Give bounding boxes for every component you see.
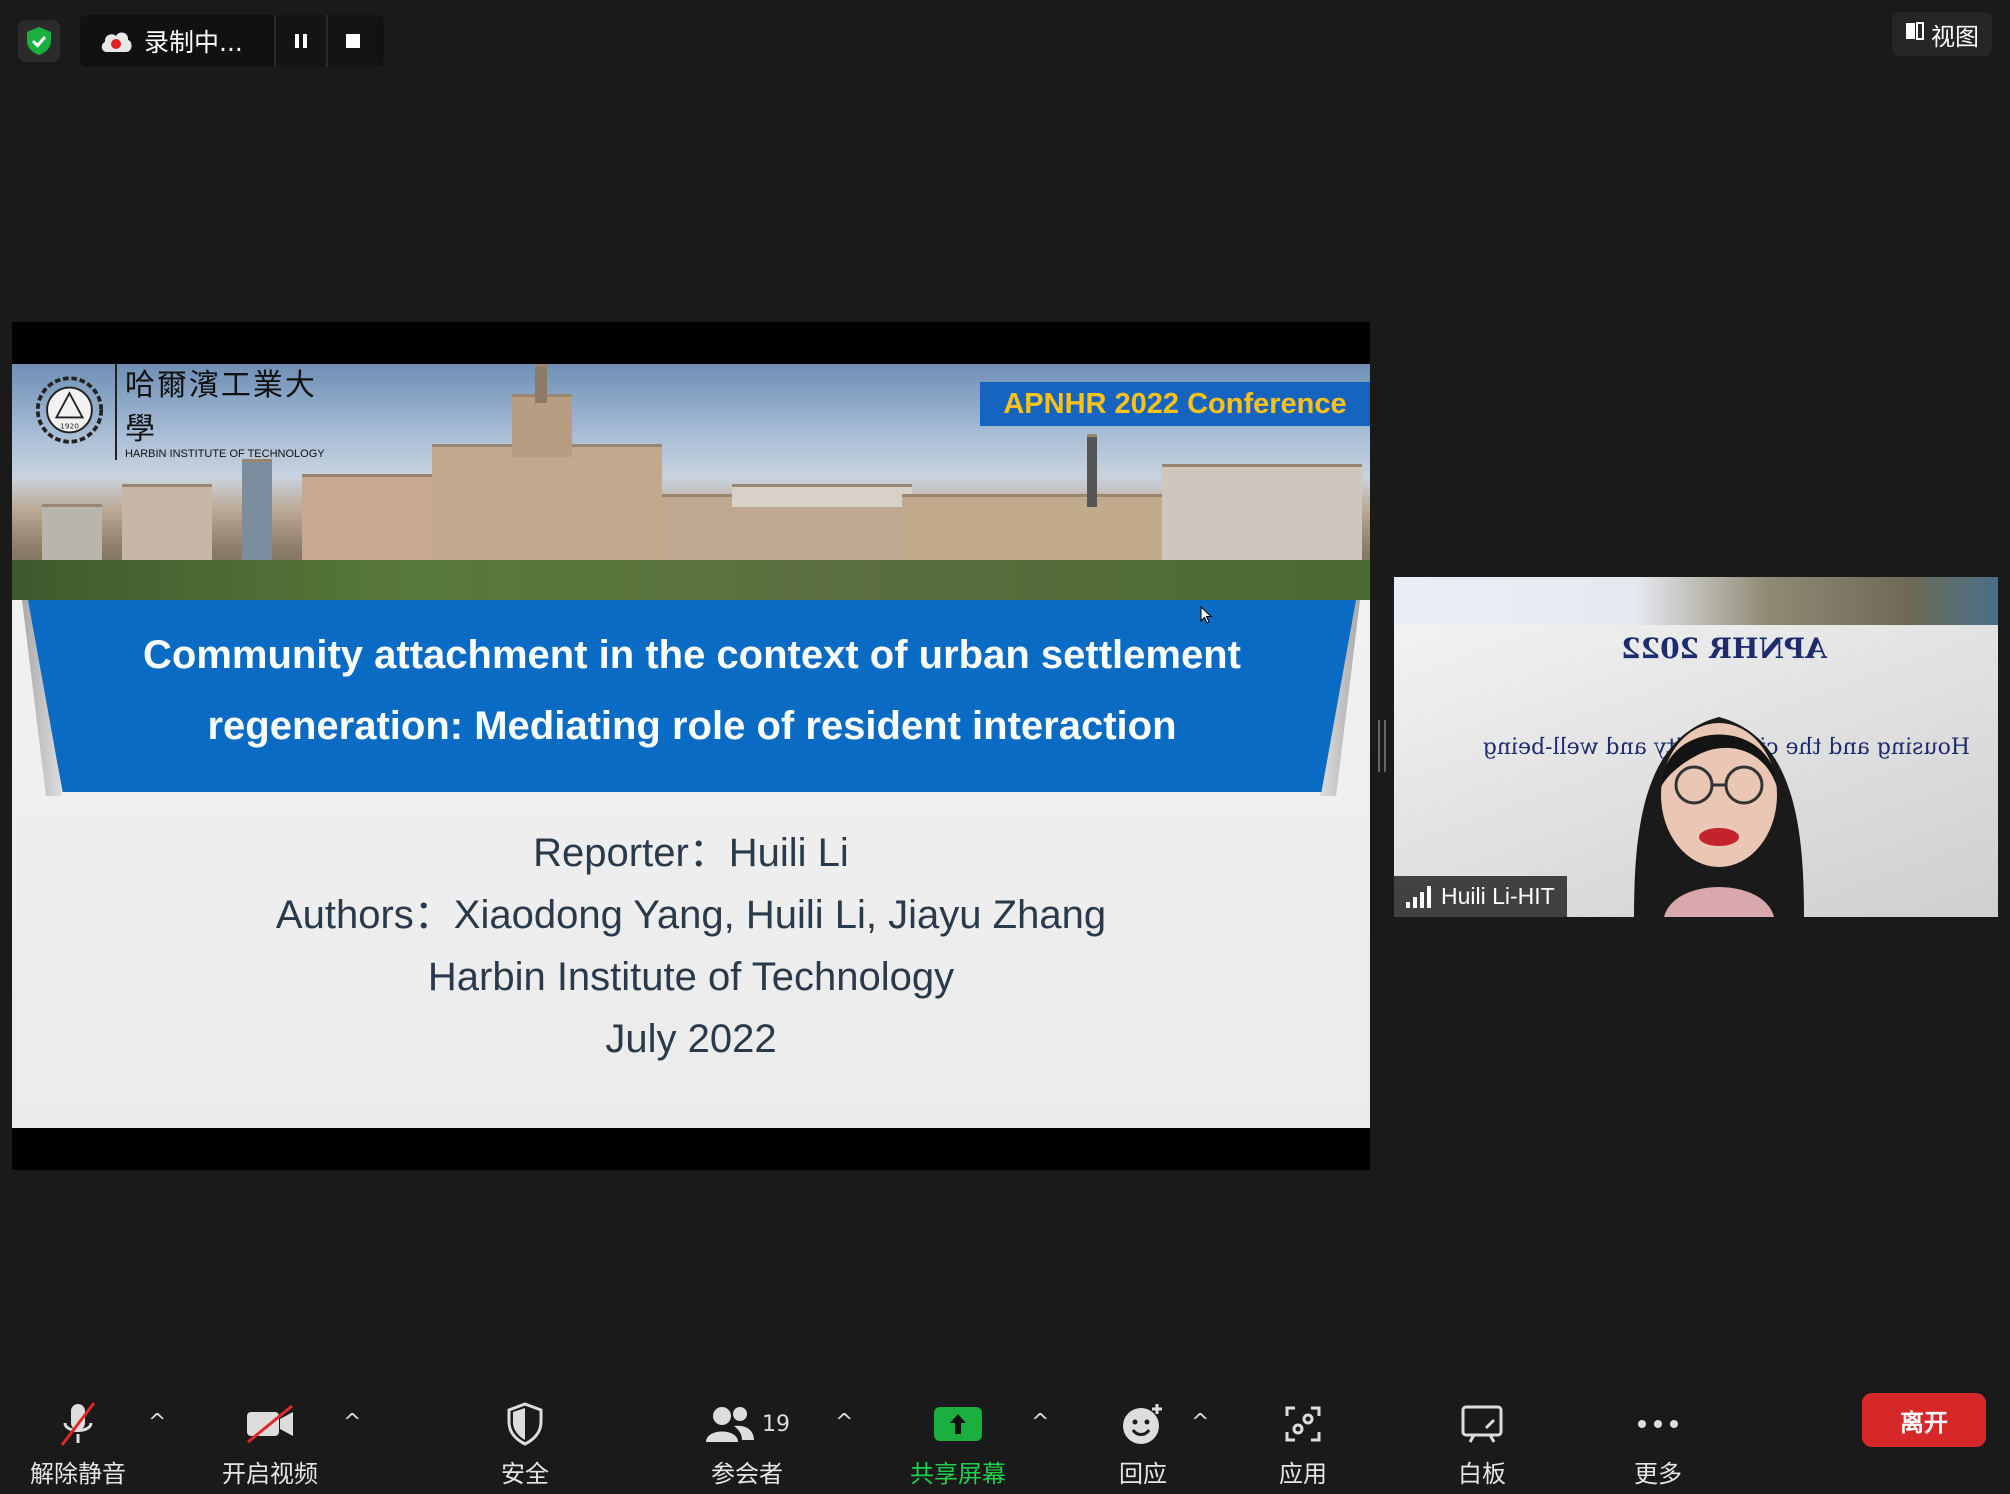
recording-label: 录制中... <box>144 28 243 57</box>
cloud-recording-icon <box>98 23 134 59</box>
leave-meeting-button[interactable]: 离开 <box>1862 1393 1986 1447</box>
slide-institution: Harbin Institute of Technology <box>427 955 955 999</box>
slide-reporter: Reporter：Huili Li <box>533 831 849 875</box>
microphone-muted-icon <box>48 1398 108 1450</box>
share-screen-arrow-icon <box>928 1398 988 1450</box>
pause-recording-button[interactable] <box>274 15 326 67</box>
university-name-en: HARBIN INSTITUTE OF TECHNOLOGY <box>124 448 325 460</box>
video-camera-off-icon <box>240 1398 300 1450</box>
recording-indicator: 录制中... <box>80 15 384 67</box>
stop-recording-button[interactable] <box>326 15 378 67</box>
apps-label: 应用 <box>1279 1460 1327 1488</box>
whiteboard-icon <box>1452 1398 1512 1450</box>
whiteboard-button[interactable]: 白板 <box>1452 1398 1512 1489</box>
more-button[interactable]: 更多 <box>1628 1398 1688 1489</box>
unmute-button[interactable]: 解除静音 <box>30 1398 126 1489</box>
reactions-label: 回应 <box>1119 1460 1167 1488</box>
participants-options-chevron-icon[interactable]: ^ <box>835 1410 853 1435</box>
participants-label: 参会者 <box>711 1460 783 1488</box>
signal-strength-icon <box>1406 885 1431 908</box>
participant-name: Huili Li-HIT <box>1441 883 1555 909</box>
reactions-button[interactable]: 回应 <box>1113 1398 1173 1489</box>
university-seal-icon: 1920 <box>35 376 104 444</box>
panel-resize-handle[interactable] <box>1378 720 1388 772</box>
reactions-options-chevron-icon[interactable]: ^ <box>1191 1410 1209 1435</box>
whiteboard-label: 白板 <box>1458 1460 1506 1488</box>
video-background-header <box>1394 577 1998 625</box>
security-shield-outline-icon <box>495 1398 555 1450</box>
presentation-slide: 1920 哈爾濱工業大學 HARBIN INSTITUTE OF TECHNOL… <box>12 364 1370 1128</box>
more-label: 更多 <box>1634 1460 1682 1488</box>
view-button[interactable]: 视图 <box>1892 12 1992 56</box>
share-screen-button[interactable]: 共享屏幕 <box>910 1398 1006 1489</box>
unmute-label: 解除静音 <box>30 1460 126 1488</box>
slide-info-block: Reporter：Huili Li Authors：Xiaodong Yang,… <box>12 822 1370 1070</box>
apps-icon <box>1273 1398 1333 1450</box>
university-logo: 1920 哈爾濱工業大學 HARBIN INSTITUTE OF TECHNOL… <box>34 364 334 460</box>
audio-options-chevron-icon[interactable]: ^ <box>148 1410 166 1435</box>
more-dots-icon <box>1628 1398 1688 1450</box>
view-label: 视图 <box>1931 22 1979 51</box>
video-options-chevron-icon[interactable]: ^ <box>343 1410 361 1435</box>
slide-date: July 2022 <box>605 1017 777 1061</box>
meeting-toolbar: 解除静音 ^ 开启视频 ^ 安全 19 参会者 ^ 共享屏幕 ^ 回应 ^ 应用… <box>0 1380 2010 1494</box>
share-options-chevron-icon[interactable]: ^ <box>1031 1410 1049 1435</box>
slide-title-band: Community attachment in the context of u… <box>28 600 1356 792</box>
slide-authors: Authors：Xiaodong Yang, Huili Li, Jiayu Z… <box>275 893 1107 937</box>
participants-button[interactable]: 19 参会者 <box>692 1398 802 1489</box>
university-name-zh: 哈爾濱工業大學 <box>124 368 317 447</box>
share-screen-label: 共享屏幕 <box>910 1460 1006 1488</box>
start-video-button[interactable]: 开启视频 <box>222 1398 318 1489</box>
security-label: 安全 <box>501 1460 549 1488</box>
view-layout-icon <box>1905 20 1925 48</box>
slide-title-line-1: Community attachment in the context of u… <box>143 633 1241 677</box>
svg-text:1920: 1920 <box>60 422 79 431</box>
participant-count: 19 <box>762 1411 790 1437</box>
security-shield-icon[interactable] <box>18 20 60 62</box>
participant-name-tag: Huili Li-HIT <box>1394 876 1567 917</box>
participant-person-image <box>1634 717 1804 917</box>
conference-tag: APNHR 2022 Conference <box>980 382 1370 426</box>
mouse-cursor-icon <box>1200 606 1212 624</box>
video-background-title: APNHR 2022 <box>1621 632 1827 665</box>
start-video-label: 开启视频 <box>222 1460 318 1488</box>
participant-video-tile[interactable]: APNHR 2022 Housing and the city: equity … <box>1394 577 1998 917</box>
participants-icon: 19 <box>692 1398 802 1450</box>
campus-banner-image: 1920 哈爾濱工業大學 HARBIN INSTITUTE OF TECHNOL… <box>12 364 1370 600</box>
apps-button[interactable]: 应用 <box>1273 1398 1333 1489</box>
slide-title-line-2: regeneration: Mediating role of resident… <box>207 704 1177 748</box>
smiley-reaction-icon <box>1113 1398 1173 1450</box>
security-button[interactable]: 安全 <box>495 1398 555 1489</box>
